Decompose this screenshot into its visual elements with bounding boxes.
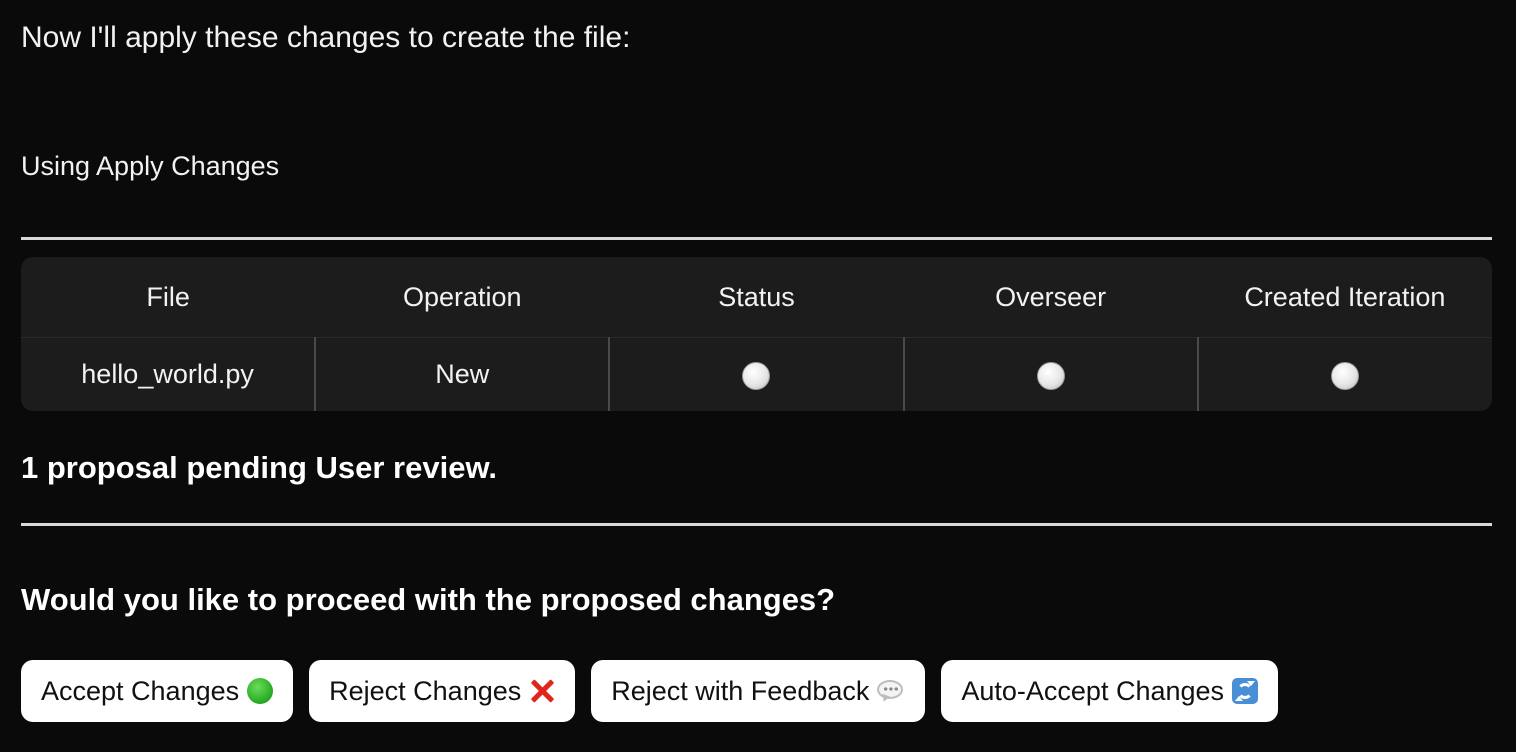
cell-created-iteration bbox=[1196, 337, 1492, 411]
cell-file: hello_world.py bbox=[81, 359, 254, 389]
reject-changes-button[interactable]: Reject Changes bbox=[309, 660, 576, 722]
auto-accept-changes-button[interactable]: Auto-Accept Changes bbox=[941, 660, 1279, 722]
reject-with-feedback-label: Reject with Feedback bbox=[611, 675, 870, 706]
accept-changes-label: Accept Changes bbox=[41, 675, 240, 706]
column-header-overseer: Overseer bbox=[903, 257, 1198, 338]
cell-operation: New bbox=[314, 337, 610, 411]
table-row: hello_world.py New bbox=[21, 337, 1492, 411]
changes-table: File Operation Status Overseer Created I… bbox=[21, 257, 1492, 411]
white-circle-icon bbox=[742, 361, 771, 390]
speech-bubble-icon bbox=[877, 678, 905, 704]
divider bbox=[21, 237, 1492, 240]
intro-text: Now I'll apply these changes to create t… bbox=[21, 21, 631, 54]
column-header-status: Status bbox=[609, 257, 904, 338]
cell-overseer bbox=[902, 337, 1198, 411]
cell-status bbox=[608, 337, 904, 411]
green-circle-icon bbox=[247, 678, 274, 704]
divider bbox=[21, 523, 1492, 526]
column-header-created-iteration: Created Iteration bbox=[1197, 257, 1492, 338]
accept-changes-button[interactable]: Accept Changes bbox=[21, 660, 294, 722]
action-buttons: Accept Changes Reject Changes Reject wit… bbox=[21, 660, 1279, 722]
column-header-operation: Operation bbox=[315, 257, 610, 338]
refresh-icon bbox=[1232, 678, 1259, 704]
reject-with-feedback-button[interactable]: Reject with Feedback bbox=[591, 660, 926, 722]
pending-status-text: 1 proposal pending User review. bbox=[21, 450, 498, 485]
table-header-row: File Operation Status Overseer Created I… bbox=[21, 257, 1492, 338]
proceed-question: Would you like to proceed with the propo… bbox=[21, 582, 836, 617]
reject-changes-label: Reject Changes bbox=[329, 675, 522, 706]
column-header-file: File bbox=[21, 257, 316, 338]
tool-label: Using Apply Changes bbox=[21, 151, 280, 181]
white-circle-icon bbox=[1331, 361, 1360, 390]
white-circle-icon bbox=[1036, 361, 1065, 390]
red-x-icon bbox=[529, 678, 555, 704]
auto-accept-changes-label: Auto-Accept Changes bbox=[961, 675, 1225, 706]
